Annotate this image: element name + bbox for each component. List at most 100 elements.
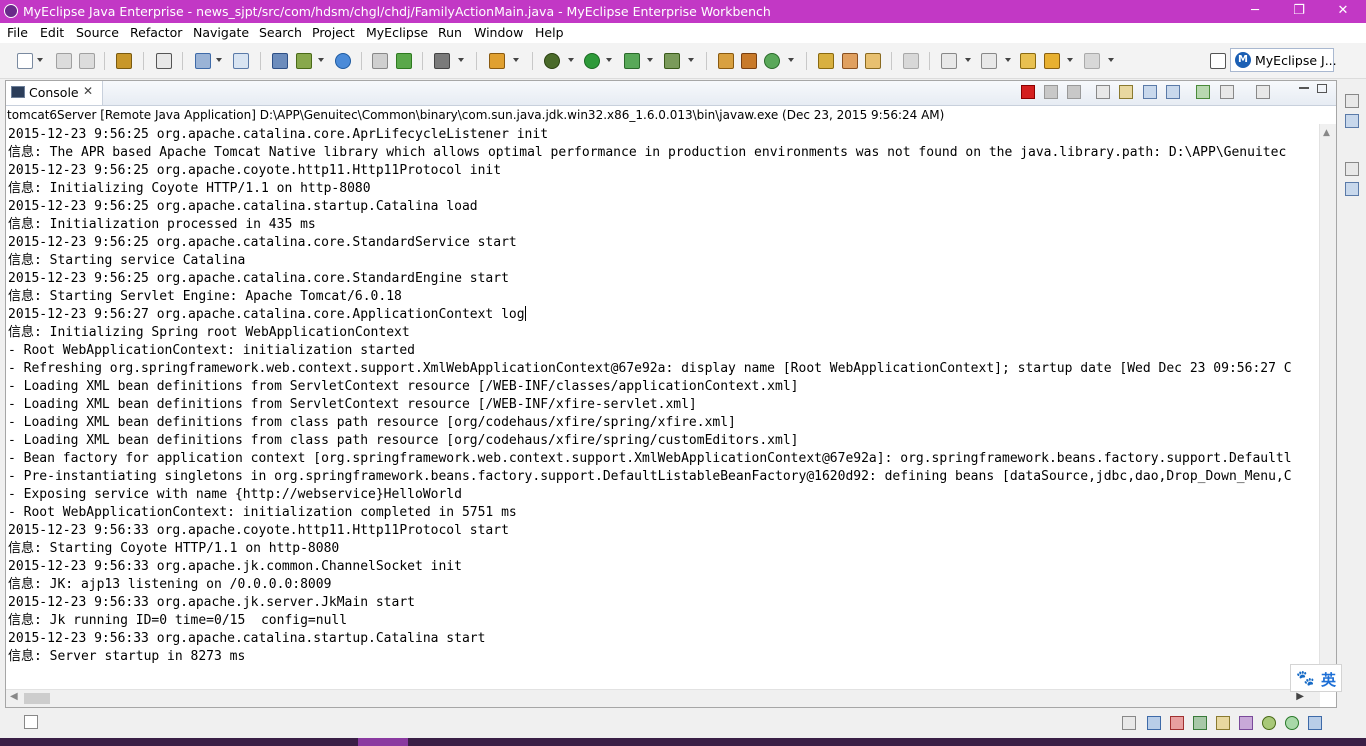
menu-help[interactable]: Help bbox=[535, 25, 564, 40]
search-icon[interactable] bbox=[233, 53, 249, 69]
menu-myeclipse[interactable]: MyEclipse bbox=[366, 25, 428, 40]
terminate-icon[interactable] bbox=[1021, 85, 1035, 99]
problems-icon[interactable] bbox=[1170, 716, 1184, 730]
console-trim-icon[interactable] bbox=[1147, 716, 1161, 730]
clear-console-icon[interactable] bbox=[1096, 85, 1110, 99]
close-icon[interactable]: ✕ bbox=[83, 84, 93, 98]
minimize-button[interactable]: ─ bbox=[1233, 0, 1277, 23]
run-server-icon[interactable] bbox=[296, 53, 312, 69]
run-dropdown-icon[interactable] bbox=[606, 58, 612, 62]
web-wizard-icon[interactable] bbox=[195, 53, 211, 69]
save-icon[interactable] bbox=[56, 53, 72, 69]
new-class-icon[interactable] bbox=[741, 53, 757, 69]
open-type-icon[interactable] bbox=[718, 53, 734, 69]
console-line: 2015-12-23 9:56:33 org.apache.jk.server.… bbox=[8, 595, 415, 610]
close-button[interactable]: ✕ bbox=[1321, 0, 1365, 23]
previous-annotation-dropdown-icon[interactable] bbox=[1005, 58, 1011, 62]
last-edit-location-icon[interactable] bbox=[1020, 53, 1036, 69]
vertical-scrollbar[interactable]: ▲ bbox=[1319, 124, 1336, 687]
debug-icon[interactable] bbox=[544, 53, 560, 69]
show-when-stderr-icon[interactable] bbox=[1166, 85, 1180, 99]
restore-button[interactable]: ❐ bbox=[1277, 0, 1321, 23]
show-when-stdout-icon[interactable] bbox=[1143, 85, 1157, 99]
progress-icon[interactable] bbox=[1285, 716, 1299, 730]
open-perspective-icon[interactable] bbox=[1210, 53, 1226, 69]
report-icon[interactable] bbox=[372, 53, 388, 69]
scroll-up-icon[interactable]: ▲ bbox=[1323, 128, 1330, 138]
tasks-icon[interactable] bbox=[1216, 716, 1230, 730]
print-icon[interactable] bbox=[79, 53, 95, 69]
menu-search[interactable]: Search bbox=[259, 25, 302, 40]
profile-icon[interactable] bbox=[664, 53, 680, 69]
deploy-icon[interactable] bbox=[272, 53, 288, 69]
restore-minimized-icon[interactable] bbox=[1122, 716, 1136, 730]
run-external-tool-icon[interactable] bbox=[624, 53, 640, 69]
scroll-right-icon[interactable]: ▶ bbox=[1296, 691, 1304, 702]
restore-stack-icon[interactable] bbox=[1345, 94, 1359, 108]
console-output[interactable]: 2015-12-23 9:56:25 org.apache.catalina.c… bbox=[8, 126, 1314, 688]
next-annotation-icon[interactable] bbox=[941, 53, 957, 69]
open-console-icon[interactable] bbox=[1256, 85, 1270, 99]
perspective-switcher[interactable]: M MyEclipse J... bbox=[1230, 48, 1337, 72]
menu-bar: File Edit Source Refactor Navigate Searc… bbox=[0, 23, 1366, 43]
menu-edit[interactable]: Edit bbox=[40, 25, 64, 40]
web-browser-icon[interactable] bbox=[1308, 716, 1322, 730]
ime-indicator[interactable]: 🐾 英 bbox=[1290, 664, 1342, 692]
horizontal-scrollbar[interactable]: ◀ ▶ bbox=[6, 689, 1320, 707]
remove-all-terminated-icon[interactable] bbox=[1067, 85, 1081, 99]
camera-icon[interactable] bbox=[434, 53, 450, 69]
menu-window[interactable]: Window bbox=[474, 25, 523, 40]
new-icon[interactable] bbox=[17, 53, 33, 69]
menu-source[interactable]: Source bbox=[76, 25, 119, 40]
pin-console-icon[interactable] bbox=[1196, 85, 1210, 99]
back-icon[interactable] bbox=[1044, 53, 1060, 69]
fast-view-icon[interactable] bbox=[24, 715, 38, 729]
scrollbar-thumb[interactable] bbox=[24, 693, 50, 704]
tab-console[interactable]: Console ✕ bbox=[6, 81, 103, 105]
menu-refactor[interactable]: Refactor bbox=[130, 25, 182, 40]
debug-dropdown-icon[interactable] bbox=[568, 58, 574, 62]
remove-launch-icon[interactable] bbox=[1044, 85, 1058, 99]
new-dropdown-icon[interactable] bbox=[37, 58, 43, 62]
run-icon[interactable] bbox=[584, 53, 600, 69]
scroll-left-icon[interactable]: ◀ bbox=[10, 691, 18, 702]
edit-icon[interactable] bbox=[842, 53, 858, 69]
tools-dropdown-icon[interactable] bbox=[513, 58, 519, 62]
forward-icon[interactable] bbox=[1084, 53, 1100, 69]
scroll-lock-icon[interactable] bbox=[1119, 85, 1133, 99]
next-annotation-dropdown-icon[interactable] bbox=[965, 58, 971, 62]
menu-file[interactable]: File bbox=[7, 25, 28, 40]
minimize-view-icon[interactable] bbox=[1299, 87, 1309, 89]
open-file-icon[interactable] bbox=[865, 53, 881, 69]
browser-icon[interactable] bbox=[335, 53, 351, 69]
new-java-project-icon[interactable] bbox=[764, 53, 780, 69]
open-folder-icon[interactable] bbox=[818, 53, 834, 69]
maximize-view-icon[interactable] bbox=[1317, 84, 1327, 93]
servers-icon[interactable] bbox=[1193, 716, 1207, 730]
active-taskbar-button[interactable] bbox=[358, 738, 408, 746]
server-icon[interactable] bbox=[156, 53, 172, 69]
add-server-icon[interactable] bbox=[396, 53, 412, 69]
menu-project[interactable]: Project bbox=[312, 25, 355, 40]
back-dropdown-icon[interactable] bbox=[1067, 58, 1073, 62]
image-preview-icon[interactable] bbox=[1239, 716, 1253, 730]
web-wizard-dropdown-icon[interactable] bbox=[216, 58, 222, 62]
package-icon[interactable] bbox=[116, 53, 132, 69]
forward-dropdown-icon[interactable] bbox=[1108, 58, 1114, 62]
marker-icon[interactable] bbox=[903, 53, 919, 69]
restore-stack-icon[interactable] bbox=[1345, 162, 1359, 176]
console-line: 2015-12-23 9:56:33 org.apache.coyote.htt… bbox=[8, 523, 509, 538]
run-external-tool-dropdown-icon[interactable] bbox=[647, 58, 653, 62]
tools-icon[interactable] bbox=[489, 53, 505, 69]
previous-annotation-icon[interactable] bbox=[981, 53, 997, 69]
menu-run[interactable]: Run bbox=[438, 25, 462, 40]
menu-navigate[interactable]: Navigate bbox=[193, 25, 249, 40]
new-java-dropdown-icon[interactable] bbox=[788, 58, 794, 62]
package-explorer-icon[interactable] bbox=[1345, 114, 1359, 128]
camera-dropdown-icon[interactable] bbox=[458, 58, 464, 62]
run-server-dropdown-icon[interactable] bbox=[318, 58, 324, 62]
debug-view-icon[interactable] bbox=[1262, 716, 1276, 730]
profile-dropdown-icon[interactable] bbox=[688, 58, 694, 62]
outline-icon[interactable] bbox=[1345, 182, 1359, 196]
display-selected-console-icon[interactable] bbox=[1220, 85, 1234, 99]
